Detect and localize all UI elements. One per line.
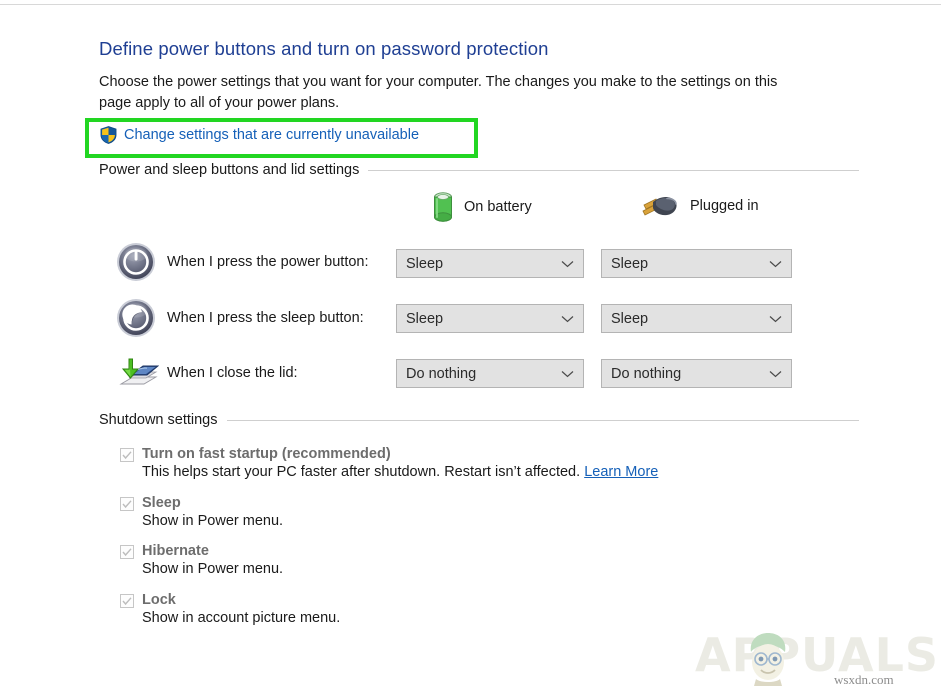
shutdown-option-fast-startup: Turn on fast startup (recommended) This … [120,446,658,480]
checkbox-lock[interactable] [120,594,134,608]
dropdown-value: Sleep [406,310,444,327]
option-desc-sleep: Show in Power menu. [142,513,284,529]
chevron-down-icon [769,260,782,267]
checkbox-sleep[interactable] [120,497,134,511]
check-mark-icon [122,597,132,606]
chevron-down-icon [561,370,574,377]
option-title-sleep: Sleep [142,495,181,511]
dropdown-value: Sleep [611,255,649,272]
option-desc-fast-startup: This helps start your PC faster after sh… [142,464,658,480]
dropdown-close-lid-plugged-in[interactable]: Do nothing [601,359,792,388]
watermark-mascot-icon [750,633,786,686]
checkbox-hibernate[interactable] [120,545,134,559]
option-title-lock: Lock [142,592,176,608]
page-title: Define power buttons and turn on passwor… [99,38,549,59]
dropdown-value: Sleep [611,310,649,327]
shutdown-option-lock: Lock Show in account picture menu. [120,592,340,626]
dropdown-sleep-button-plugged-in[interactable]: Sleep [601,304,792,333]
setting-row-close-lid: When I close the lid: [113,353,298,393]
battery-icon [434,192,452,222]
shutdown-option-hibernate: Hibernate Show in Power menu. [120,543,283,577]
dropdown-power-button-plugged-in[interactable]: Sleep [601,249,792,278]
chevron-down-icon [769,370,782,377]
close-lid-icon [113,352,159,394]
section-header-shutdown: Shutdown settings [99,412,859,428]
setting-label-power-button: When I press the power button: [167,254,369,270]
check-mark-icon [122,451,132,460]
window-top-divider [0,4,941,5]
option-desc-lock: Show in account picture menu. [142,610,341,626]
option-desc-hibernate: Show in Power menu. [142,561,284,577]
column-label-plugged-in: Plugged in [690,198,759,214]
power-plug-icon [642,196,677,216]
chevron-down-icon [561,260,574,267]
chevron-down-icon [769,315,782,322]
setting-label-close-lid: When I close the lid: [167,365,298,381]
dropdown-value: Sleep [406,255,444,272]
section-header-power-lid: Power and sleep buttons and lid settings [99,162,859,178]
learn-more-link[interactable]: Learn More [584,464,658,480]
chevron-down-icon [561,315,574,322]
setting-row-power-button: When I press the power button: [113,242,369,282]
dropdown-value: Do nothing [611,365,682,382]
uac-shield-icon [100,126,117,144]
watermark-brand: APPUALS [695,628,940,682]
setting-row-sleep-button: When I press the sleep button: [113,298,364,338]
section-divider-shutdown [226,419,859,421]
column-label-on-battery: On battery [464,199,532,215]
column-header-plugged-in: Plugged in [640,192,759,220]
setting-label-sleep-button: When I press the sleep button: [167,310,364,326]
dropdown-close-lid-on-battery[interactable]: Do nothing [396,359,584,388]
change-settings-link-label: Change settings that are currently unava… [124,127,420,143]
dropdown-power-button-on-battery[interactable]: Sleep [396,249,584,278]
check-mark-icon [122,500,132,509]
section-label-power-lid: Power and sleep buttons and lid settings [99,162,360,178]
checkbox-fast-startup[interactable] [120,448,134,462]
section-divider-power-lid [368,169,859,171]
column-header-on-battery: On battery [432,190,532,224]
dropdown-value: Do nothing [406,365,477,382]
page-intro-text: Choose the power settings that you want … [99,74,778,111]
power-options-page: Define power buttons and turn on passwor… [0,0,941,698]
change-settings-link-row[interactable]: Change settings that are currently unava… [100,126,419,144]
power-button-icon [113,241,159,283]
option-title-hibernate: Hibernate [142,543,209,559]
check-mark-icon [122,548,132,557]
option-title-fast-startup: Turn on fast startup (recommended) [142,446,391,462]
source-watermark-text: wsxdn.com [834,672,894,687]
section-label-shutdown: Shutdown settings [99,412,218,428]
shutdown-option-sleep: Sleep Show in Power menu. [120,495,283,529]
dropdown-sleep-button-on-battery[interactable]: Sleep [396,304,584,333]
sleep-button-icon [113,297,159,339]
option-desc-text: This helps start your PC faster after sh… [142,464,585,480]
